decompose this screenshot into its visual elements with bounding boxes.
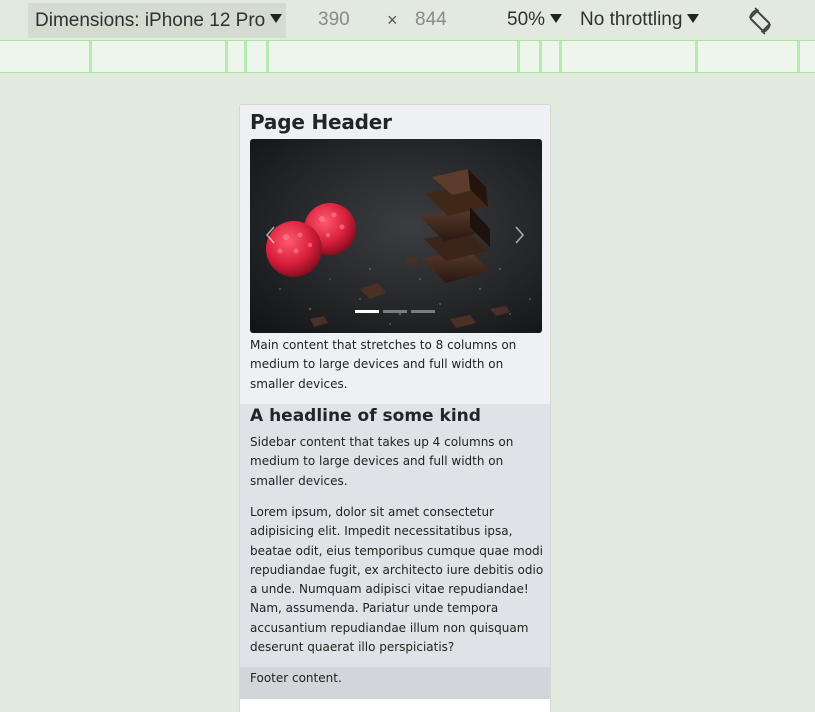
zoom-dropdown[interactable]: 50% [507,0,563,40]
carousel-prev-button[interactable] [264,225,276,245]
dropdown-caret-icon [550,13,563,23]
image-carousel[interactable] [250,139,542,333]
media-query-marker[interactable] [89,41,92,72]
footer-text: Footer content. [250,671,342,685]
dropdown-caret-icon [687,13,700,23]
media-query-marker[interactable] [695,41,698,72]
carousel-next-button[interactable] [514,225,526,245]
sidebar-headline: A headline of some kind [250,406,481,426]
main-content-text: Main content that stretches to 8 columns… [250,338,517,391]
media-query-marker[interactable] [517,41,520,72]
carousel-image [250,139,542,333]
media-query-marker[interactable] [797,41,800,72]
media-query-marker[interactable] [539,41,542,72]
device-toolbar: Dimensions: iPhone 12 Pro 390 × 844 50% … [0,0,815,40]
chevron-left-icon [265,226,275,244]
throttling-label: No throttling [580,9,683,30]
width-input[interactable]: 390 [318,0,350,40]
main-content: Page Header Main content that stretches … [240,105,550,404]
carousel-indicator[interactable] [411,310,435,313]
dimensions-label: Dimensions: iPhone 12 Pro [35,9,266,31]
media-query-marker[interactable] [559,41,562,72]
media-query-marker[interactable] [225,41,228,72]
carousel-indicator[interactable] [383,310,407,313]
rotate-button[interactable] [744,5,776,37]
media-query-marker[interactable] [266,41,269,72]
carousel-indicator-active[interactable] [355,310,379,313]
sidebar: A headline of some kind Sidebar content … [240,404,550,668]
sidebar-text: Sidebar content that takes up 4 columns … [250,435,514,488]
media-query-marker[interactable] [244,41,247,72]
dimensions-dropdown[interactable]: Dimensions: iPhone 12 Pro [28,3,286,38]
throttling-dropdown[interactable]: No throttling [580,0,700,40]
device-viewport: Page Header Main content that stretches … [239,104,551,712]
height-input[interactable]: 844 [415,0,447,40]
media-query-bar[interactable] [0,40,815,73]
footer: Footer content. [240,667,550,699]
zoom-label: 50% [507,9,546,30]
dropdown-caret-icon [270,14,283,23]
chevron-right-icon [515,226,525,244]
sidebar-lorem-text: Lorem ipsum, dolor sit amet consectetur … [250,505,544,655]
dimension-separator: × [387,9,398,30]
rotate-icon [749,7,771,35]
page-header: Page Header [250,110,392,134]
